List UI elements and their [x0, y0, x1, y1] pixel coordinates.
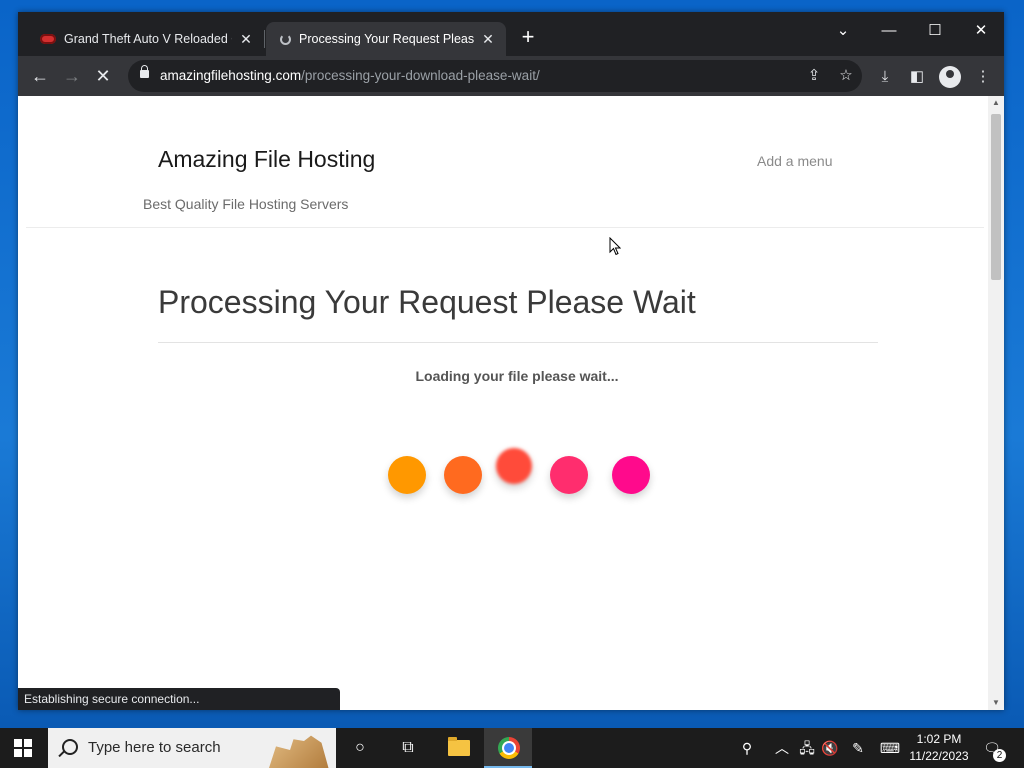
new-tab-button[interactable]: + — [516, 26, 540, 50]
profile-avatar-icon[interactable] — [939, 66, 961, 88]
network-icon[interactable]: 🖧 — [797, 738, 817, 758]
loading-favicon-icon — [280, 33, 291, 45]
page-viewport: Amazing File Hosting Add a menu Best Qua… — [18, 96, 1004, 710]
people-icon[interactable]: ⚲ — [737, 738, 757, 758]
maximize-button[interactable]: ☐ — [920, 18, 950, 44]
close-window-button[interactable]: ✕ — [966, 18, 996, 44]
gta-favicon-icon — [40, 34, 56, 44]
stop-loading-button[interactable]: ✕ — [90, 63, 116, 89]
page-title: Processing Your Request Please Wait — [158, 284, 696, 320]
loading-dot — [444, 456, 482, 494]
taskbar-search-box[interactable]: Type here to search — [48, 728, 336, 768]
vertical-scrollbar[interactable]: ▲ ▼ — [988, 96, 1004, 710]
task-view-icon[interactable]: ⧉ — [384, 728, 432, 768]
url-text[interactable]: amazingfilehosting.com/processing-your-d… — [160, 68, 540, 83]
forward-button[interactable]: → — [59, 63, 85, 89]
site-title[interactable]: Amazing File Hosting — [158, 146, 375, 173]
tab-search-chevron-icon[interactable]: ⌄ — [828, 18, 858, 44]
mouse-cursor-icon — [609, 237, 621, 256]
clock-date: 11/22/2023 — [909, 749, 969, 763]
windows-taskbar: Type here to search ○ ⧉ ⚲ ︿ 🖧 🔇 ✎ ⌨ 1:02… — [0, 728, 1024, 768]
loading-dot — [550, 456, 588, 494]
share-icon[interactable]: ⇪ — [804, 66, 824, 86]
loading-dot — [612, 456, 650, 494]
clock-time: 1:02 PM — [916, 732, 962, 746]
close-tab-icon[interactable]: ✕ — [480, 31, 496, 48]
show-hidden-icons-chevron-icon[interactable]: ︿ — [772, 738, 792, 758]
file-explorer-icon[interactable] — [434, 728, 482, 768]
chrome-taskbar-icon[interactable] — [484, 728, 532, 768]
scroll-up-arrow-icon[interactable]: ▲ — [988, 96, 1004, 110]
title-divider — [158, 342, 878, 343]
system-clock[interactable]: 1:02 PM 11/22/2023 — [904, 731, 974, 765]
tab-title: Processing Your Request Please Wait — [299, 32, 474, 46]
browser-window: Grand Theft Auto V Reloaded GTA ✕ Proces… — [18, 12, 1004, 710]
lock-icon[interactable] — [140, 65, 149, 78]
side-panel-icon[interactable]: ◧ — [906, 66, 928, 88]
download-icon[interactable]: ⤓ — [874, 66, 896, 88]
tab-title: Grand Theft Auto V Reloaded GTA — [64, 32, 232, 46]
tab-strip: Grand Theft Auto V Reloaded GTA ✕ Proces… — [18, 12, 1004, 56]
tab-gta[interactable]: Grand Theft Auto V Reloaded GTA ✕ — [26, 22, 264, 56]
cortana-icon[interactable]: ○ — [336, 728, 384, 768]
scroll-down-arrow-icon[interactable]: ▼ — [988, 696, 1004, 710]
scrollbar-thumb[interactable] — [991, 114, 1001, 280]
back-button[interactable]: ← — [27, 63, 53, 89]
tab-separator — [264, 30, 265, 48]
menu-kebab-icon[interactable]: ⋮ — [972, 66, 994, 88]
notification-count-badge: 2 — [993, 749, 1006, 762]
loading-dot — [388, 456, 426, 494]
header-divider — [26, 227, 984, 228]
volume-muted-icon[interactable]: 🔇 — [820, 738, 840, 758]
search-highlight-illustration — [269, 735, 329, 768]
pen-workspace-icon[interactable]: ✎ — [848, 738, 868, 758]
site-tagline: Best Quality File Hosting Servers — [143, 196, 349, 212]
search-placeholder: Type here to search — [88, 739, 221, 756]
minimize-button[interactable]: — — [874, 18, 904, 44]
search-icon — [62, 739, 78, 755]
close-tab-icon[interactable]: ✕ — [238, 31, 254, 48]
start-button[interactable] — [14, 739, 32, 757]
status-bubble: Establishing secure connection... — [18, 688, 340, 710]
loading-dot — [496, 448, 532, 484]
add-menu-link[interactable]: Add a menu — [757, 153, 833, 169]
bookmark-star-icon[interactable]: ☆ — [836, 66, 856, 86]
address-bar[interactable]: amazingfilehosting.com/processing-your-d… — [128, 60, 862, 92]
loading-message: Loading your file please wait... — [415, 368, 619, 384]
browser-toolbar: ← → ✕ amazingfilehosting.com/processing-… — [18, 56, 1004, 96]
tab-processing[interactable]: Processing Your Request Please Wait ✕ — [266, 22, 506, 56]
touch-keyboard-icon[interactable]: ⌨ — [878, 738, 902, 758]
